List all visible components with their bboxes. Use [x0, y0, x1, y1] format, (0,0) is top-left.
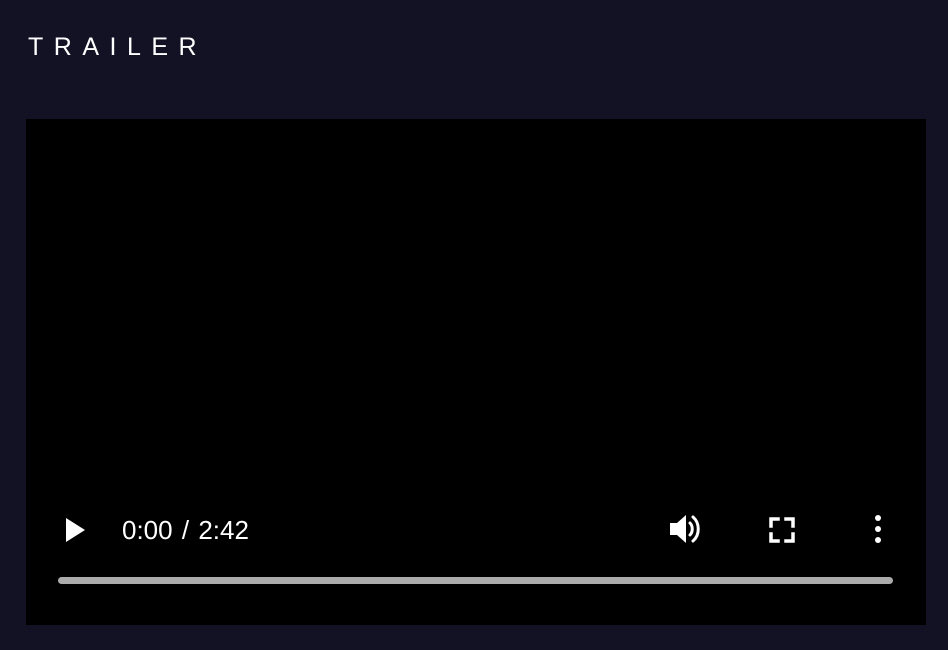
section-title: TRAILER: [28, 33, 208, 61]
video-player[interactable]: 0:00 / 2:42: [26, 119, 926, 625]
more-options-button[interactable]: [864, 509, 892, 549]
duration: 2:42: [198, 515, 249, 545]
time-separator: /: [181, 515, 190, 545]
progress-bar[interactable]: [58, 577, 893, 584]
more-vertical-icon: [875, 515, 881, 543]
time-display: 0:00 / 2:42: [122, 515, 249, 545]
volume-button[interactable]: [664, 509, 708, 549]
play-icon: [66, 518, 85, 542]
fullscreen-button[interactable]: [762, 511, 802, 549]
fullscreen-icon: [769, 517, 795, 543]
volume-icon: [670, 515, 700, 543]
current-time: 0:00: [122, 515, 173, 545]
play-button[interactable]: [56, 511, 94, 549]
